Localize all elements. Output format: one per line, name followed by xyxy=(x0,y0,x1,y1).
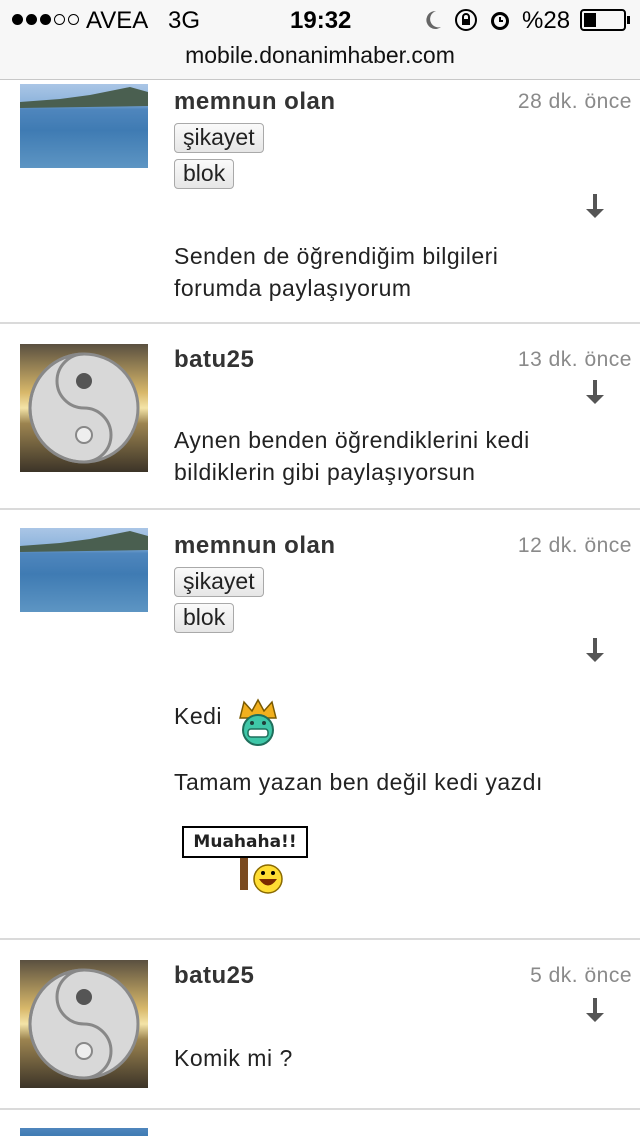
arrow-down-icon[interactable] xyxy=(584,194,606,220)
block-button[interactable]: blok xyxy=(174,603,235,633)
post-time: 12 dk. önce xyxy=(517,534,632,557)
arrow-down-icon[interactable] xyxy=(584,998,606,1024)
clock: 19:32 xyxy=(290,7,352,34)
username[interactable]: batu25 xyxy=(174,962,254,990)
avatar[interactable] xyxy=(20,528,148,612)
sign-text: Muahaha!! xyxy=(182,826,308,858)
avatar[interactable] xyxy=(20,344,148,472)
muahaha-sign-icon: Muahaha!! xyxy=(182,826,312,896)
alarm-icon xyxy=(491,12,509,30)
post-message-line: Tamam yazan ben değil kedi yazdı xyxy=(174,769,543,795)
post-time: 13 dk. önce xyxy=(517,348,632,371)
post-message: Komik mi ? xyxy=(174,1045,293,1071)
address-bar[interactable]: mobile.donanimhaber.com xyxy=(0,40,640,80)
post-item: batu25 13 dk. önce Aynen benden öğrendik… xyxy=(0,324,640,510)
rotation-lock-icon xyxy=(455,9,477,31)
url-text: mobile.donanimhaber.com xyxy=(185,42,455,68)
post-message: Aynen benden öğrendiklerini kedi bildikle… xyxy=(174,427,530,485)
report-button[interactable]: şikayet xyxy=(174,567,264,597)
post-item: memnun olan 12 dk. önce şikayet blok Ked… xyxy=(0,510,640,940)
battery-percent: %28 xyxy=(522,7,571,34)
arrow-down-icon[interactable] xyxy=(584,380,606,406)
network-type: 3G xyxy=(168,7,201,34)
king-smiley-icon xyxy=(239,698,277,746)
username[interactable]: batu25 xyxy=(174,346,254,374)
avatar[interactable] xyxy=(20,84,148,168)
post-item: memnun olan 28 dk. önce şikayet blok Sen… xyxy=(0,80,640,324)
post-time: 28 dk. önce xyxy=(517,90,632,113)
status-bar: AVEA 3G 19:32 %28 xyxy=(0,0,640,40)
battery-icon xyxy=(580,9,630,31)
report-button[interactable]: şikayet xyxy=(174,123,264,153)
avatar[interactable] xyxy=(20,960,148,1088)
post-message: Senden de öğrendiğim bilgileri forumda pa… xyxy=(174,243,499,301)
post-item: batu25 5 dk. önce Komik mi ? xyxy=(0,940,640,1110)
next-post-avatar[interactable] xyxy=(20,1128,148,1136)
block-button[interactable]: blok xyxy=(174,159,235,189)
carrier-name: AVEA xyxy=(86,7,149,34)
arrow-down-icon[interactable] xyxy=(584,638,606,664)
username[interactable]: memnun olan xyxy=(174,532,336,560)
signal-strength-icon xyxy=(12,14,79,25)
moon-icon xyxy=(426,10,441,29)
username[interactable]: memnun olan xyxy=(174,88,336,116)
post-time: 5 dk. önce xyxy=(530,964,632,987)
